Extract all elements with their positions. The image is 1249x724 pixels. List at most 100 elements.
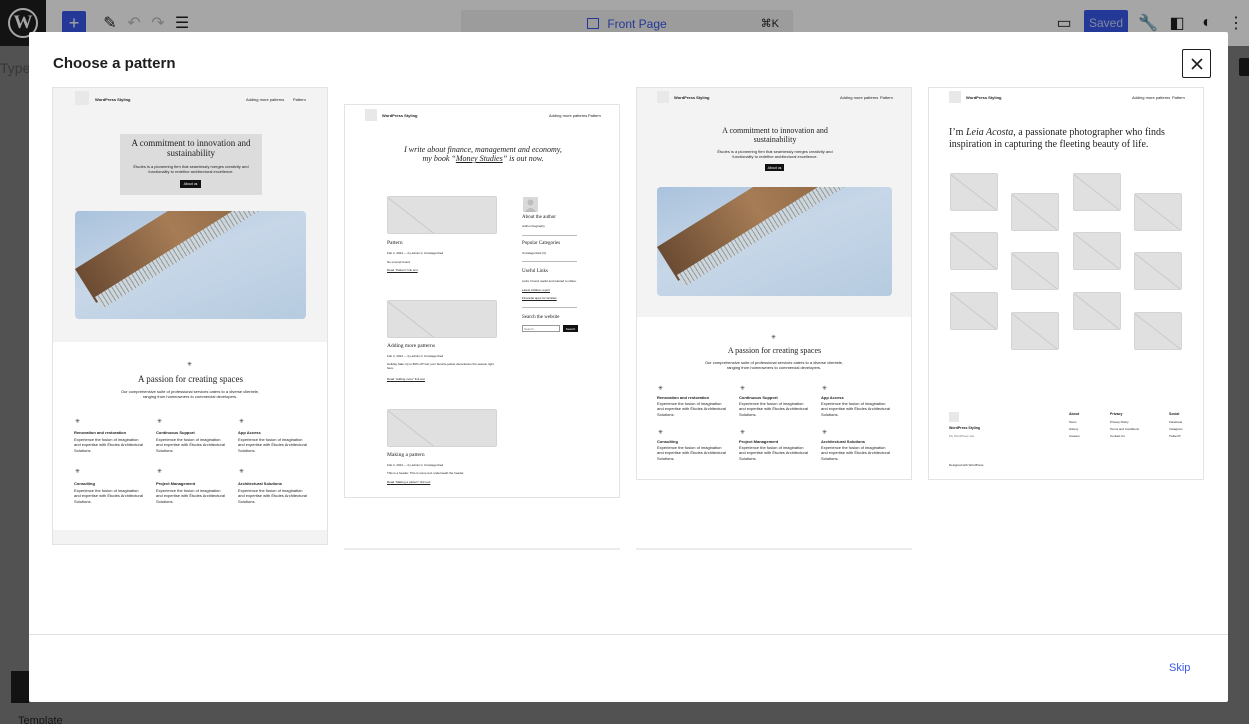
service-body: Experience the fusion of imagination and… xyxy=(238,437,307,453)
post-meta: Feb 2, 2024 — by admin in Uncategorized xyxy=(387,354,444,358)
close-button[interactable] xyxy=(1182,49,1211,78)
user-icon xyxy=(525,199,536,212)
footer-link: Team xyxy=(1069,420,1077,424)
sidebar-heading: Popular Categories xyxy=(522,241,561,246)
sidebar-text: Uncategorized (3) xyxy=(522,251,546,255)
footer-link: Contact Us xyxy=(1110,434,1125,438)
choose-pattern-modal: Choose a pattern WordPress Styling Addin… xyxy=(29,32,1228,702)
post-image-placeholder xyxy=(387,300,497,338)
section-heading: A passion for creating spaces xyxy=(727,346,822,355)
gallery-image-placeholder xyxy=(950,173,998,211)
gallery-image-placeholder xyxy=(1134,252,1182,290)
service-title: Architectural Solutions xyxy=(238,481,283,486)
pattern-card-1[interactable]: WordPress Styling Adding more patterns P… xyxy=(52,87,328,545)
gallery-image-placeholder xyxy=(1011,312,1059,350)
service-title: Architectural Solutions xyxy=(821,439,866,444)
section-body: Our comprehensive suite of professional … xyxy=(704,360,844,371)
post-excerpt: No excerpt found xyxy=(387,260,410,264)
post-meta: Feb 2, 2024 — by admin in Uncategorized xyxy=(387,463,444,467)
avatar xyxy=(523,197,538,212)
read-more-link: Read “Making a pattern” link text xyxy=(387,480,431,484)
asterisk-icon: ✳ xyxy=(740,386,746,392)
modal-footer-divider xyxy=(29,634,1228,635)
hero-body: Études is a pioneering firm that seamles… xyxy=(133,164,249,175)
pattern-card-stub xyxy=(636,548,912,550)
footer-link: Privacy Policy xyxy=(1110,420,1129,424)
service-body: Experience the fusion of imagination and… xyxy=(821,401,890,417)
pattern-card-4[interactable]: WordPress Styling Adding more patterns P… xyxy=(928,87,1204,480)
footer-link: History xyxy=(1069,427,1079,431)
footer-logo-placeholder xyxy=(949,412,959,422)
asterisk-icon: ✳ xyxy=(740,430,746,436)
sidebar-text: Author biography xyxy=(522,224,545,228)
site-title: WordPress Styling xyxy=(966,95,1002,100)
service-body: Experience the fusion of imagination and… xyxy=(821,445,890,461)
services-grid: ✳ Renovation and restoration Experience … xyxy=(74,418,314,518)
nav-item: Adding more patterns xyxy=(840,95,879,100)
sidebar-heading: About the author xyxy=(522,215,556,220)
service-title: Renovation and restoration xyxy=(657,395,710,400)
footer-link: Twitter/X xyxy=(1169,434,1181,438)
sidebar-divider xyxy=(522,261,577,262)
site-title: WordPress Styling xyxy=(95,97,131,102)
gallery-image-placeholder xyxy=(1073,173,1121,211)
footer-column-heading: About xyxy=(1069,412,1080,416)
footer-site-title: WordPress Styling xyxy=(949,426,981,430)
footer-link: Instagram xyxy=(1169,427,1183,431)
footer-tagline: My WordPress site xyxy=(949,434,975,438)
site-logo-placeholder xyxy=(657,91,669,103)
asterisk-icon: ✳ xyxy=(239,469,245,475)
sidebar-divider xyxy=(522,307,577,308)
intro-prefix: I’m xyxy=(949,127,966,138)
site-logo-placeholder xyxy=(75,91,89,105)
gallery-image-placeholder xyxy=(1073,232,1121,270)
intro-name: Leia Acosta xyxy=(965,127,1014,138)
service-body: Experience the fusion of imagination and… xyxy=(74,437,143,453)
hero-heading: A commitment to innovation and sustainab… xyxy=(722,126,828,145)
service-body: Experience the fusion of imagination and… xyxy=(74,488,143,504)
nav-item: Pattern xyxy=(1172,95,1185,100)
intro-line-2-suffix: ” is out now. xyxy=(502,154,544,164)
footer-link: Careers xyxy=(1069,434,1080,438)
skip-button[interactable]: Skip xyxy=(1169,662,1190,674)
designed-with-text: Designed with WordPress xyxy=(949,463,984,467)
site-title: WordPress Styling xyxy=(674,95,710,100)
close-icon xyxy=(1190,57,1203,70)
asterisk-icon: ✳ xyxy=(822,386,828,392)
asterisk-icon: ✳ xyxy=(157,419,163,425)
post-excerpt: Holiday Sale Up to 80% off! Get your fav… xyxy=(387,362,494,371)
sidebar-divider xyxy=(522,235,577,236)
service-title: Continuous Support xyxy=(739,395,778,400)
footer-link: Terms and Conditions xyxy=(1110,427,1140,431)
asterisk-icon: ✳ xyxy=(75,469,81,475)
read-more-link: Read “Pattern” link text xyxy=(387,268,418,272)
nav-item: Adding more patterns xyxy=(1132,95,1171,100)
section-heading: A passion for creating spaces xyxy=(138,374,243,384)
pattern-card-3[interactable]: WordPress Styling Adding more patterns P… xyxy=(636,87,912,480)
service-title: Consulting xyxy=(657,439,678,444)
asterisk-icon: ✳ xyxy=(157,469,163,475)
hero-heading: A commitment to innovation and sustainab… xyxy=(131,138,251,159)
post-title: Making a pattern xyxy=(387,452,425,458)
search-input: Search... xyxy=(522,325,560,332)
service-title: Renovation and restoration xyxy=(74,430,127,435)
sidebar-heading: Search the website xyxy=(522,315,560,320)
post-image-placeholder xyxy=(387,196,497,234)
service-body: Experience the fusion of imagination and… xyxy=(156,488,225,504)
nav-item: Pattern xyxy=(588,113,601,118)
architecture-photo xyxy=(657,187,892,296)
read-more-link: Read “Adding more” link text xyxy=(387,377,426,381)
post-image-placeholder xyxy=(387,409,497,447)
asterisk-icon: ✳ xyxy=(239,419,245,425)
gallery-image-placeholder xyxy=(1073,292,1121,330)
post-title: Adding more patterns xyxy=(387,343,435,349)
pattern-card-2[interactable]: WordPress Styling Adding more patterns P… xyxy=(344,104,620,498)
modal-title: Choose a pattern xyxy=(53,55,176,72)
footer-link: Facebook xyxy=(1169,420,1183,424)
service-title: App Access xyxy=(821,395,844,400)
intro-book-link: Money Studies xyxy=(455,154,503,164)
sidebar-link: Latest inflation report xyxy=(522,288,551,292)
service-title: Project Management xyxy=(739,439,779,444)
intro-line-1: I write about finance, management and ec… xyxy=(404,145,562,154)
pattern-card-stub xyxy=(344,548,620,550)
